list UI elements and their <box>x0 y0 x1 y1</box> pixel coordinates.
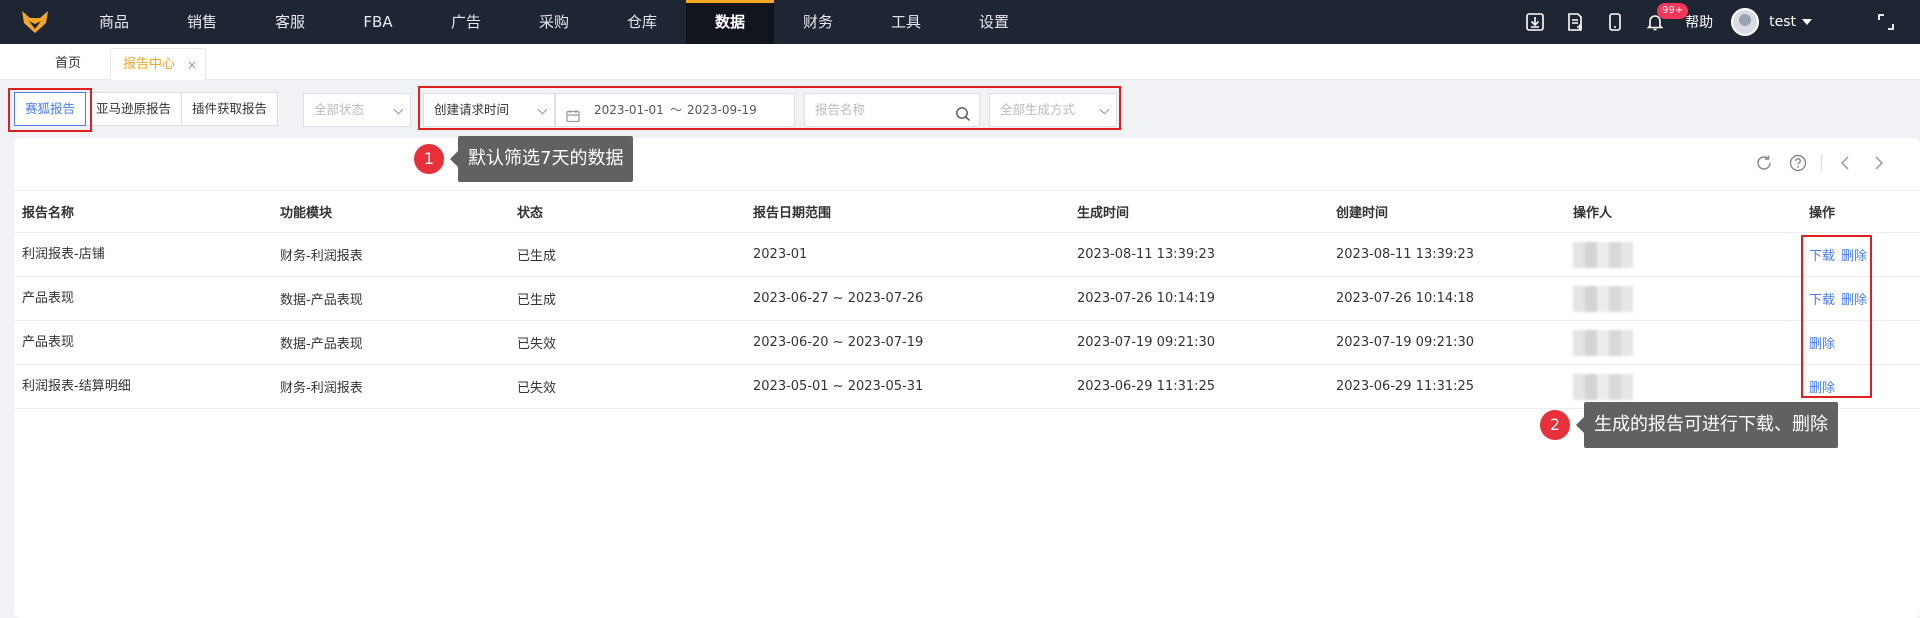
nav-item-service[interactable]: 客服 <box>246 0 334 44</box>
cell-created-time: 2023-07-26 10:14:18 <box>1328 276 1565 321</box>
col-header-created-time[interactable]: 创建时间 <box>1328 190 1565 233</box>
tab-report-label: 报告中心 <box>123 57 176 72</box>
tab-bar: 首页 报告中心 × <box>0 44 1920 80</box>
cell-created-time: 2023-07-19 09:21:30 <box>1328 320 1565 365</box>
highlight-box-filters <box>418 86 1121 130</box>
cell-report-name: 产品表现 <box>14 276 272 321</box>
help-link[interactable]: 帮助 <box>1685 12 1713 32</box>
table-row: 产品表现 数据-产品表现 已失效 2023-06-20 ~ 2023-07-19… <box>14 320 1920 365</box>
mobile-icon[interactable] <box>1595 0 1635 44</box>
report-table: 报告名称 功能模块 状态 报告日期范围 生成时间 创建时间 操作人 操作 利润报… <box>14 190 1920 409</box>
close-icon[interactable]: × <box>187 49 197 81</box>
callout-text: 默认筛选7天的数据 <box>449 136 634 182</box>
status-select[interactable]: 全部状态 <box>303 93 411 127</box>
logo-fox-icon[interactable] <box>0 0 70 44</box>
callout-number: 2 <box>1540 410 1570 440</box>
nav-item-tools[interactable]: 工具 <box>862 0 950 44</box>
col-header-status[interactable]: 状态 <box>509 190 745 233</box>
col-header-operator[interactable]: 操作人 <box>1565 190 1801 233</box>
callout-text: 生成的报告可进行下载、删除 <box>1576 402 1838 448</box>
tab-home[interactable]: 首页 <box>36 48 100 80</box>
table-header-row: 报告名称 功能模块 状态 报告日期范围 生成时间 创建时间 操作人 操作 <box>14 190 1920 233</box>
nav-item-products[interactable]: 商品 <box>70 0 158 44</box>
prev-icon[interactable] <box>1828 146 1862 180</box>
next-icon[interactable] <box>1862 146 1896 180</box>
col-header-date-range[interactable]: 报告日期范围 <box>745 190 1069 233</box>
cell-status: 已生成 <box>509 232 745 277</box>
cell-report-name: 利润报表-结算明细 <box>14 364 272 409</box>
operator-blurred <box>1573 373 1633 400</box>
col-header-generated-time[interactable]: 生成时间 <box>1069 190 1328 233</box>
top-right-actions: 99+ 帮助 test <box>1515 0 1920 44</box>
nav-item-sales[interactable]: 销售 <box>158 0 246 44</box>
col-header-actions: 操作 <box>1801 190 1920 233</box>
fullscreen-icon[interactable] <box>1866 0 1906 44</box>
cell-report-name: 利润报表-店铺 <box>14 232 272 277</box>
top-navbar: 商品 销售 客服 FBA 广告 采购 仓库 数据 财务 工具 设置 99+ 帮助… <box>0 0 1920 44</box>
cell-status: 已失效 <box>509 364 745 409</box>
col-header-report-name[interactable]: 报告名称 <box>14 190 272 233</box>
cell-operator <box>1565 320 1801 365</box>
table-row: 利润报表-店铺 财务-利润报表 已生成 2023-01 2023-08-11 1… <box>14 232 1920 277</box>
nav-item-finance[interactable]: 财务 <box>774 0 862 44</box>
username[interactable]: test <box>1769 14 1796 30</box>
cell-status: 已生成 <box>509 276 745 321</box>
bell-icon[interactable]: 99+ <box>1635 0 1689 44</box>
highlight-box-actions <box>1801 235 1872 398</box>
table-row: 产品表现 数据-产品表现 已生成 2023-06-27 ~ 2023-07-26… <box>14 276 1920 321</box>
cell-date-range: 2023-06-27 ~ 2023-07-26 <box>745 276 1069 321</box>
cell-module: 财务-利润报表 <box>272 232 509 277</box>
report-list-card: 报告名称 功能模块 状态 报告日期范围 生成时间 创建时间 操作人 操作 利润报… <box>14 138 1920 618</box>
segment-plugin-report[interactable]: 插件获取报告 <box>182 92 279 126</box>
cell-generated-time: 2023-06-29 11:31:25 <box>1069 364 1328 409</box>
highlight-box-segment <box>8 88 92 132</box>
nav-item-data[interactable]: 数据 <box>686 0 774 44</box>
refresh-icon[interactable] <box>1747 146 1781 180</box>
notification-badge: 99+ <box>1657 3 1689 19</box>
cell-status: 已失效 <box>509 320 745 365</box>
main-nav: 商品 销售 客服 FBA 广告 采购 仓库 数据 财务 工具 设置 <box>70 0 1038 44</box>
toolbar-divider <box>1821 154 1822 172</box>
nav-item-fba[interactable]: FBA <box>334 0 422 44</box>
chevron-down-icon[interactable] <box>1802 19 1812 25</box>
operator-blurred <box>1573 241 1633 268</box>
avatar[interactable] <box>1731 8 1760 36</box>
export-doc-icon[interactable] <box>1555 0 1595 44</box>
nav-item-warehouse[interactable]: 仓库 <box>598 0 686 44</box>
callout-2: 2 生成的报告可进行下载、删除 <box>1540 402 1838 448</box>
cell-operator <box>1565 276 1801 321</box>
cell-operator <box>1565 232 1801 277</box>
callout-1: 1 默认筛选7天的数据 <box>414 136 634 182</box>
operator-blurred <box>1573 329 1633 356</box>
nav-item-ads[interactable]: 广告 <box>422 0 510 44</box>
cell-generated-time: 2023-07-26 10:14:19 <box>1069 276 1328 321</box>
nav-item-purchase[interactable]: 采购 <box>510 0 598 44</box>
cell-date-range: 2023-06-20 ~ 2023-07-19 <box>745 320 1069 365</box>
operator-blurred <box>1573 285 1633 312</box>
cell-date-range: 2023-01 <box>745 232 1069 277</box>
nav-item-settings[interactable]: 设置 <box>950 0 1038 44</box>
col-header-module[interactable]: 功能模块 <box>272 190 509 233</box>
download-icon[interactable] <box>1515 0 1555 44</box>
cell-report-name: 产品表现 <box>14 320 272 365</box>
cell-generated-time: 2023-08-11 13:39:23 <box>1069 232 1328 277</box>
card-toolbar <box>1747 146 1896 180</box>
cell-module: 数据-产品表现 <box>272 320 509 365</box>
help-icon[interactable] <box>1781 146 1815 180</box>
cell-created-time: 2023-06-29 11:31:25 <box>1328 364 1565 409</box>
chevron-down-icon <box>393 104 404 115</box>
cell-created-time: 2023-08-11 13:39:23 <box>1328 232 1565 277</box>
cell-date-range: 2023-05-01 ~ 2023-05-31 <box>745 364 1069 409</box>
callout-number: 1 <box>414 144 444 174</box>
cell-module: 财务-利润报表 <box>272 364 509 409</box>
segment-amazon-report[interactable]: 亚马逊原报告 <box>86 92 183 126</box>
status-select-value: 全部状态 <box>314 102 365 117</box>
cell-generated-time: 2023-07-19 09:21:30 <box>1069 320 1328 365</box>
cell-module: 数据-产品表现 <box>272 276 509 321</box>
tab-report-center[interactable]: 报告中心 × <box>110 48 206 80</box>
